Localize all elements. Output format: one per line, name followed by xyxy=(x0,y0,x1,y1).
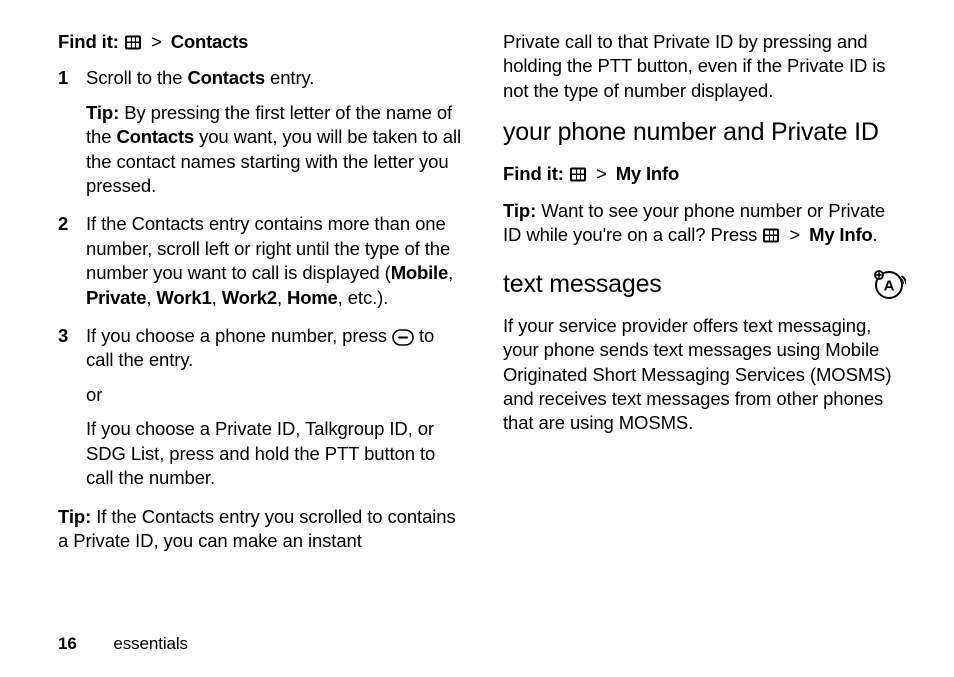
find-it-line: Find it: > My Info xyxy=(503,162,906,186)
number-type: Work1 xyxy=(156,287,211,308)
tip-label: Tip: xyxy=(58,506,91,527)
bottom-tip-text: If the Contacts entry you scrolled to co… xyxy=(58,506,456,551)
bottom-tip: Tip: If the Contacts entry you scrolled … xyxy=(58,505,461,554)
step-1-tip: Tip: By pressing the first letter of the… xyxy=(86,101,461,199)
find-it-target: Contacts xyxy=(171,31,249,52)
number-type: Home xyxy=(287,287,338,308)
find-it-label: Find it: xyxy=(503,163,564,184)
breadcrumb-separator: > xyxy=(151,31,162,52)
step-number: 1 xyxy=(58,66,68,90)
text-message-icon: A xyxy=(872,268,906,302)
tip-post: . xyxy=(873,224,878,245)
tip-bold: Contacts xyxy=(116,126,194,147)
right-column: Private call to that Private ID by press… xyxy=(503,30,906,567)
tip-label: Tip: xyxy=(503,200,536,221)
step-number: 3 xyxy=(58,324,68,348)
step-1: 1 Scroll to the Contacts entry. Tip: By … xyxy=(58,66,461,198)
tip-label: Tip: xyxy=(86,102,119,123)
section-heading-phone-number: your phone number and Private ID xyxy=(503,117,906,148)
section1-tip: Tip: Want to see your phone number or Pr… xyxy=(503,199,906,248)
number-type: Work2 xyxy=(222,287,277,308)
step-text-post: entry. xyxy=(265,67,314,88)
step-2: 2 If the Contacts entry contains more th… xyxy=(58,212,461,310)
step-text-bold: Contacts xyxy=(187,67,265,88)
step-text-pre: Scroll to the xyxy=(86,67,187,88)
footer-section: essentials xyxy=(113,634,188,653)
menu-grid-icon xyxy=(569,167,587,182)
step-2-post: , etc.). xyxy=(338,287,389,308)
find-it-label: Find it: xyxy=(58,31,119,52)
continuation-text: Private call to that Private ID by press… xyxy=(503,30,906,103)
number-type: Private xyxy=(86,287,146,308)
numbered-steps: 1 Scroll to the Contacts entry. Tip: By … xyxy=(58,66,461,490)
left-column: Find it: > Contacts 1 Scroll to the Cont… xyxy=(58,30,461,567)
step-3-pre: If you choose a phone number, press xyxy=(86,325,392,346)
page-footer: 16 essentials xyxy=(58,633,188,655)
step-3-or: or xyxy=(86,383,461,407)
tip-bold: My Info xyxy=(809,224,872,245)
menu-grid-icon xyxy=(762,228,780,243)
find-it-target: My Info xyxy=(616,163,679,184)
step-3-alt: If you choose a Private ID, Talkgroup ID… xyxy=(86,417,461,490)
section-heading-row: text messages A xyxy=(503,268,906,302)
section2-body: If your service provider offers text mes… xyxy=(503,314,906,436)
breadcrumb-separator: > xyxy=(596,163,607,184)
svg-text:A: A xyxy=(884,277,895,294)
page-number: 16 xyxy=(58,634,77,653)
find-it-line: Find it: > Contacts xyxy=(58,30,461,54)
call-button-icon xyxy=(392,329,414,346)
section-heading-text-messages: text messages xyxy=(503,269,662,300)
menu-grid-icon xyxy=(124,35,142,50)
breadcrumb-separator: > xyxy=(789,224,800,245)
step-number: 2 xyxy=(58,212,68,236)
number-type: Mobile xyxy=(391,262,448,283)
step-3: 3 If you choose a phone number, press to… xyxy=(58,324,461,490)
